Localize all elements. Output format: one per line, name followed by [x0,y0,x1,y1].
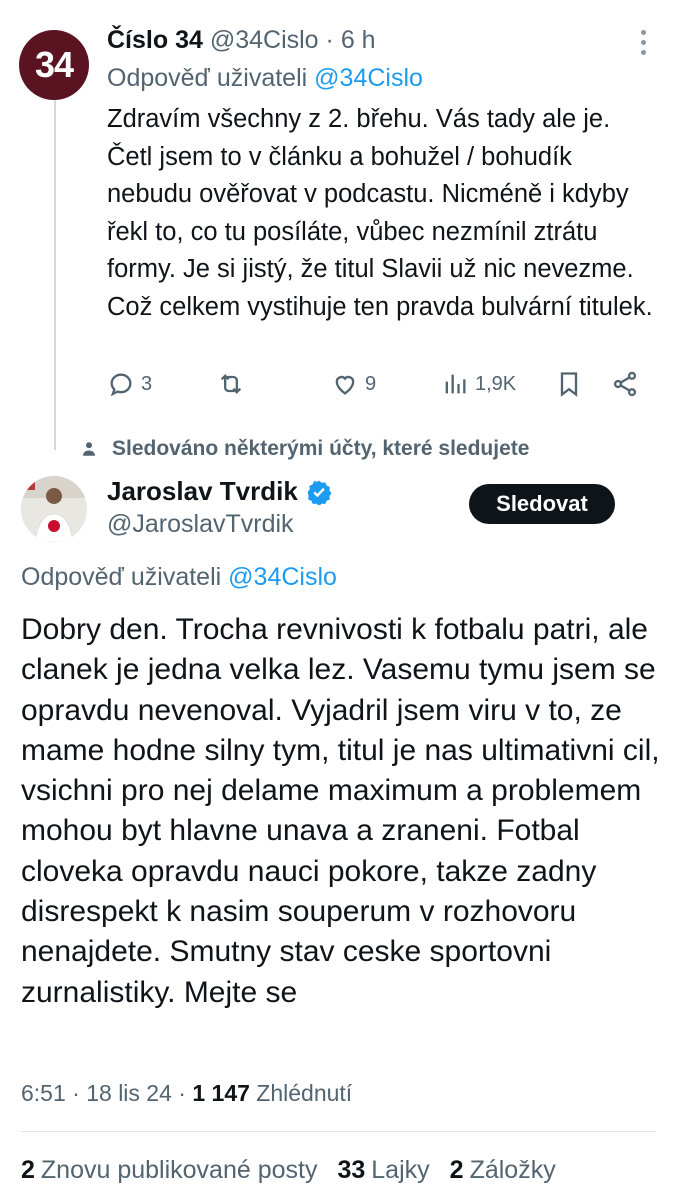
bookmarks-stat[interactable]: 2 Záložky [450,1156,556,1184]
follow-button[interactable]: Sledovat [469,484,615,524]
bookmarks-label: Záložky [469,1156,556,1184]
reply-context: Odpověď uživateli @34Cislo [107,64,423,93]
views-count: 1,9K [475,372,517,395]
likes-stat[interactable]: 33 Lajky [337,1156,429,1184]
engagement-stats: 2 Znovu publikované posty 33 Lajky 2 Záložky [21,1156,556,1185]
repost-icon [220,374,242,394]
timestamp[interactable]: 6 h [341,26,376,54]
social-context-text: Sledováno některými účty, které sledujet… [112,437,530,460]
reply-prefix: Odpověď uživateli [107,64,308,92]
separator: · [178,1080,186,1106]
action-bar: 3 9 1,9K [107,370,647,402]
bookmark-button[interactable] [555,370,583,398]
reply-context: Odpověď uživateli @34Cislo [21,563,337,592]
thread-line [54,100,56,450]
avatar[interactable]: 34 [19,30,89,100]
tweet-text: Dobry den. Trocha revnivosti k fotbalu p… [21,613,660,1009]
person-icon [83,442,95,456]
reposts-label: Znovu publikované posty [40,1156,318,1184]
separator: · [325,26,334,54]
reply-to-link[interactable]: @34Cislo [228,563,337,591]
reply-tweet[interactable]: 34 Číslo 34 @34Cislo · 6 h Odpověď uživa… [0,0,677,450]
reply-icon [110,373,132,397]
reposts-stat[interactable]: 2 Znovu publikované posty [21,1156,317,1184]
tweet-date[interactable]: 18 lis 24 [86,1080,172,1106]
views-label: Zhlédnutí [256,1080,353,1106]
handle[interactable]: @34Cislo [210,26,319,54]
tweet-time[interactable]: 6:51 [21,1080,66,1106]
bookmarks-count: 2 [449,1156,464,1184]
repost-button[interactable] [217,370,251,398]
display-name[interactable]: Jaroslav Tvrdik [107,476,298,507]
more-icon[interactable] [641,30,647,60]
share-button[interactable] [611,370,639,398]
reposts-count: 2 [21,1156,35,1184]
likes-count: 33 [337,1156,366,1184]
likes-label: Lajky [371,1156,430,1184]
display-name-row: Jaroslav Tvrdik [107,476,332,507]
views-count: 1 147 [192,1080,250,1106]
tweet-header: Číslo 34 @34Cislo · 6 h [107,26,376,55]
separator: · [72,1080,80,1106]
bookmark-icon [560,372,578,397]
handle[interactable]: @JaroslavTvrdik [107,510,294,539]
reply-to-link[interactable]: @34Cislo [314,64,423,92]
social-context: Sledováno některými účty, které sledujet… [80,437,529,461]
tweet-text: Zdravím všechny z 2. břehu. Vás tady ale… [107,105,653,321]
like-count: 9 [365,372,377,395]
like-button[interactable]: 9 [331,370,376,398]
views-icon [445,374,466,394]
reply-button[interactable]: 3 [107,370,152,398]
views-button[interactable]: 1,9K [441,370,516,398]
verified-icon [307,480,332,505]
avatar[interactable] [21,476,87,542]
avatar-text: 34 [34,44,74,85]
like-icon [335,375,355,395]
reply-count: 3 [141,372,153,395]
reply-prefix: Odpověď uživateli [21,563,222,591]
tweet-meta: 6:51 · 18 lis 24 · 1 147 Zhlédnutí [21,1080,352,1107]
share-icon [613,371,637,397]
divider [21,1131,656,1132]
avatar-photo [21,476,87,542]
display-name[interactable]: Číslo 34 [107,26,203,54]
